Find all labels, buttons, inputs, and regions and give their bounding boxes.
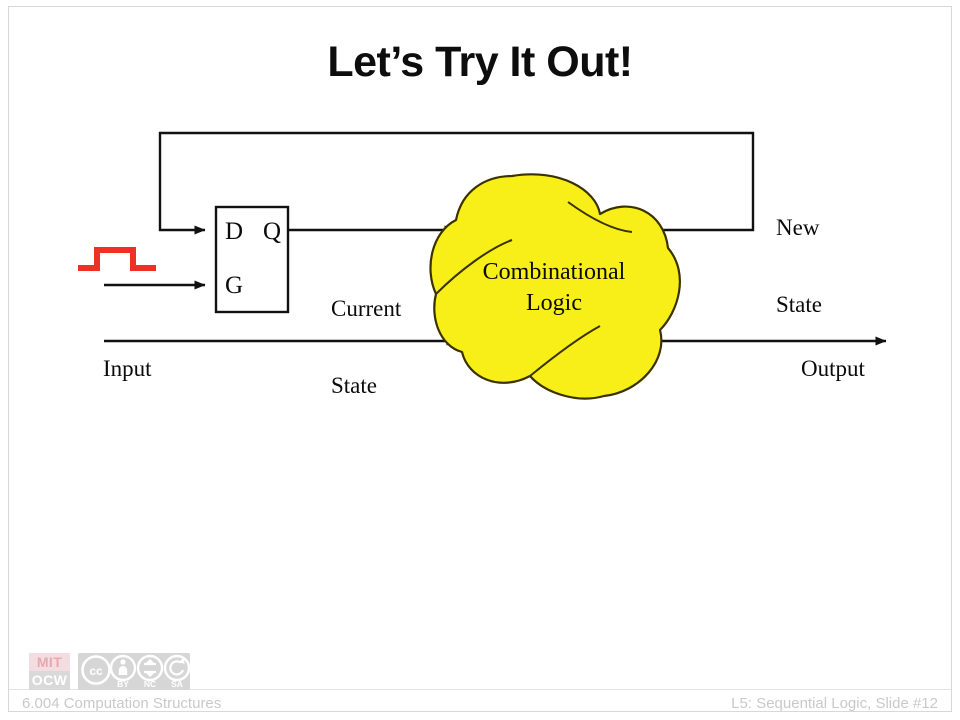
cc-sa-icon	[163, 654, 190, 682]
mit-ocw-logo: MIT OCW	[29, 653, 70, 690]
slide-canvas: Let’s Try It Out! D Q G Combinational Lo…	[0, 0, 960, 720]
new-state-label: New State	[776, 163, 822, 369]
clock-pulse-waveform	[78, 247, 156, 271]
current-state-label-line2: State	[331, 372, 377, 398]
register-pin-q: Q	[263, 218, 282, 245]
creative-commons-badge: cc BY NC SA	[78, 653, 190, 690]
input-label: Input	[103, 356, 152, 381]
current-state-label: Current State	[331, 244, 401, 450]
footer-course-name: 6.004 Computation Structures	[22, 695, 222, 712]
cc-term-by: BY	[117, 679, 129, 689]
cc-nc-icon	[136, 654, 164, 682]
svg-text:cc: cc	[89, 664, 103, 678]
mit-ocw-logo-line1: MIT	[29, 653, 70, 671]
block-diagram: D Q G Combinational Logic New State Curr…	[0, 0, 960, 720]
combinational-logic-label-line2: Logic	[526, 289, 582, 316]
footer-slide-reference: L5: Sequential Logic, Slide #12	[731, 695, 938, 712]
new-state-label-line1: New	[776, 214, 820, 240]
new-state-label-line2: State	[776, 291, 822, 317]
cc-icon: cc	[81, 655, 111, 685]
combinational-logic-label: Combinational Logic	[443, 257, 665, 318]
register-pin-g: G	[225, 272, 244, 299]
mit-ocw-logo-line2: OCW	[29, 671, 70, 690]
register-pin-d: D	[225, 218, 244, 245]
output-label: Output	[801, 356, 865, 381]
combinational-logic-label-line1: Combinational	[482, 259, 626, 285]
cc-term-nc: NC	[144, 679, 156, 689]
current-state-label-line1: Current	[331, 295, 402, 321]
cc-term-sa: SA	[171, 679, 183, 689]
cc-by-icon	[109, 654, 137, 682]
